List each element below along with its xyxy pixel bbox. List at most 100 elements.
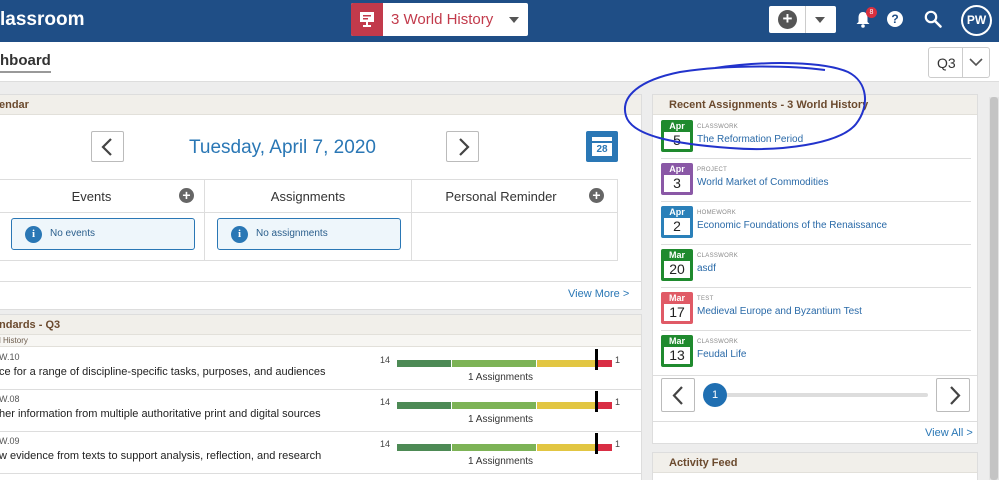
bar-right-count: 1 [615, 355, 621, 365]
assignment-type: PROJECT [697, 167, 728, 173]
add-reminder-button[interactable]: + [589, 188, 604, 203]
class-selector[interactable]: 3 World History [351, 3, 528, 36]
assignments-count: 1 Assignments [468, 456, 534, 467]
standard-row[interactable]: W.08 her information from multiple autho… [0, 390, 641, 432]
view-all-link[interactable]: View All > [925, 427, 973, 439]
bar-segment-light-green [452, 444, 536, 451]
chevron-down-icon[interactable] [815, 17, 825, 23]
divider [0, 281, 641, 282]
assignment-title[interactable]: Economic Foundations of the Renaissance [697, 220, 887, 231]
divider [653, 375, 977, 376]
assignments-column: Assignments i No assignments [205, 180, 412, 260]
assignment-item[interactable]: Mar 17 TEST Medieval Europe and Byzantiu… [661, 288, 971, 331]
bar-right-count: 1 [615, 397, 621, 407]
pager-current-page[interactable]: 1 [703, 383, 727, 407]
bar-segment-dark-green [397, 360, 451, 367]
bar-left-count: 14 [380, 439, 391, 449]
standard-description: ce for a range of discipline-specific ta… [0, 366, 326, 378]
divider [653, 421, 977, 422]
date-month: Mar [668, 293, 685, 303]
bar-segment-light-green [452, 360, 536, 367]
divider [962, 48, 963, 77]
calendar-icon-day: 28 [592, 143, 612, 156]
notification-badge: 8 [866, 7, 877, 18]
previous-page-button[interactable] [661, 378, 695, 412]
chevron-left-icon [672, 386, 683, 405]
assignment-type: TEST [697, 296, 714, 302]
bar-segment-red [598, 402, 612, 409]
assignment-item[interactable]: Apr 3 PROJECT World Market of Commoditie… [661, 159, 971, 202]
next-page-button[interactable] [936, 378, 970, 412]
bar-marker [595, 349, 598, 370]
help-icon[interactable]: ? [887, 11, 903, 27]
no-events-notice: i No events [11, 218, 195, 250]
assignment-item[interactable]: Apr 2 HOMEWORK Economic Foundations of t… [661, 202, 971, 245]
assignments-header: Assignments [205, 180, 411, 213]
quarter-select[interactable]: Q3 [928, 47, 990, 78]
calendar-icon [592, 137, 612, 141]
class-selector-label: 3 World History [391, 11, 494, 28]
assignment-title[interactable]: asdf [697, 263, 716, 274]
view-more-link[interactable]: View More > [568, 288, 629, 300]
avatar[interactable]: PW [961, 5, 992, 36]
next-day-button[interactable] [446, 131, 479, 162]
chevron-right-icon [459, 138, 470, 156]
previous-day-button[interactable] [91, 131, 124, 162]
calendar-button[interactable]: 28 [586, 131, 618, 162]
plus-circle-icon[interactable]: + [778, 10, 797, 29]
events-column: Events + i No events [0, 180, 205, 260]
date-badge: Apr 3 [661, 163, 693, 195]
standard-code: W.08 [0, 394, 20, 404]
info-icon: i [231, 226, 248, 243]
app-brand[interactable]: lassroom [0, 9, 84, 31]
divider [805, 6, 806, 33]
no-assignments-notice: i No assignments [217, 218, 401, 250]
date-month: Mar [668, 250, 685, 260]
search-icon[interactable] [924, 10, 942, 28]
presentation-icon [351, 3, 383, 36]
assignment-title[interactable]: Feudal Life [697, 349, 746, 360]
bar-segment-yellow [537, 360, 595, 367]
activity-feed-title: Activity Feed [653, 453, 977, 473]
annotation-circle [623, 62, 867, 150]
top-nav-bar: lassroom 3 World History + 8 ? PW [0, 0, 999, 42]
assignment-item[interactable]: Mar 13 CLASSWORK Feudal Life [661, 331, 971, 374]
personal-reminder-column: Personal Reminder + [412, 180, 618, 260]
page-scrollbar[interactable] [989, 97, 999, 480]
date-badge: Apr 2 [661, 206, 693, 238]
personal-reminder-header-label: Personal Reminder [445, 189, 557, 204]
bar-segment-red [598, 360, 612, 367]
assignment-title[interactable]: Medieval Europe and Byzantium Test [697, 306, 862, 317]
standards-panel: ndards - Q3 l History W.10 ce for a rang… [0, 314, 642, 480]
personal-reminder-header: Personal Reminder [412, 180, 618, 213]
assignment-item[interactable]: Mar 20 CLASSWORK asdf [661, 245, 971, 288]
standard-row[interactable]: W.09 w evidence from texts to support an… [0, 432, 641, 474]
date-day: 2 [664, 218, 690, 235]
assignments-count: 1 Assignments [468, 372, 534, 383]
add-event-button[interactable]: + [179, 188, 194, 203]
standard-description: w evidence from texts to support analysi… [0, 450, 322, 462]
bar-segment-yellow [537, 444, 595, 451]
date-day: 13 [664, 347, 690, 364]
no-events-text: No events [50, 228, 96, 239]
date-month: Mar [668, 336, 685, 346]
bar-marker [595, 391, 598, 412]
chevron-left-icon [101, 138, 112, 156]
standard-row[interactable]: W.10 ce for a range of discipline-specif… [0, 348, 641, 390]
bar-segment-light-green [452, 402, 536, 409]
bar-segment-red [598, 444, 612, 451]
bar-segment-yellow [537, 402, 595, 409]
page-title[interactable]: hboard [0, 52, 51, 73]
assignment-title[interactable]: World Market of Commodities [697, 177, 829, 188]
date-day: 20 [664, 261, 690, 278]
add-menu[interactable]: + [769, 6, 836, 33]
avatar-initials: PW [963, 7, 990, 34]
date-badge: Mar 13 [661, 335, 693, 367]
pager-track[interactable] [704, 393, 928, 397]
assignment-type: CLASSWORK [697, 339, 739, 345]
chevron-down-icon [969, 58, 983, 67]
assignment-type: CLASSWORK [697, 253, 739, 259]
standards-panel-title: ndards - Q3 [0, 315, 641, 335]
scrollbar-thumb[interactable] [990, 97, 998, 480]
bar-segment-dark-green [397, 402, 451, 409]
